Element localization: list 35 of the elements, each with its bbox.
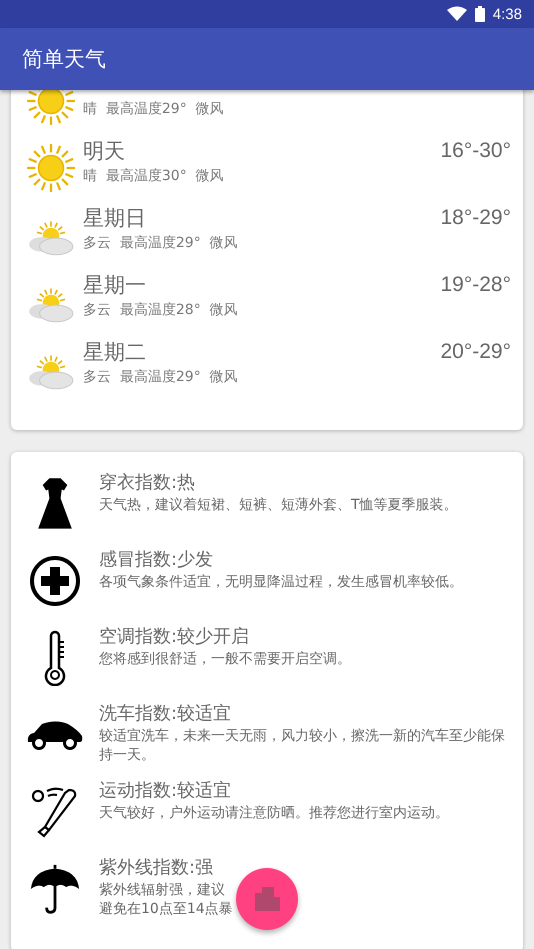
weather-summary: 晴 最高温度30° 微风	[83, 167, 225, 186]
buildings-icon	[253, 885, 281, 913]
temperature-range: 18°-29°	[440, 205, 511, 231]
index-title: 洗车指数:较适宜	[99, 702, 232, 726]
day-name: 明天	[83, 138, 126, 165]
day-name: 星期日	[83, 205, 147, 232]
index-description: 天气热，建议着短裙、短裤、短薄外套、T恤等夏季服装。	[99, 496, 459, 515]
index-description: 天气较好，户外运动请注意防晒。推荐您进行室内运动。	[99, 804, 450, 823]
index-description: 避免在10点至14点暴	[99, 900, 233, 919]
day-name: 星期二	[83, 339, 147, 366]
weather-summary: 多云 最高温度29° 微风	[83, 234, 239, 253]
index-title: 运动指数:较适宜	[99, 779, 232, 803]
car-icon	[26, 720, 84, 750]
temperature-range: 16°-30°	[440, 138, 511, 164]
index-title: 空调指数:较少开启	[99, 625, 250, 649]
weather-summary: 多云 最高温度28° 微风	[83, 301, 239, 320]
temperature-range: 19°-28°	[440, 272, 511, 298]
weather-summary: 多云 最高温度29° 微风	[83, 368, 239, 387]
battery-icon	[474, 6, 485, 22]
status-time: 4:38	[492, 6, 522, 22]
index-description: 较适宜洗车，未来一天无雨，风力较小，擦洗一新的汽车至少能保持一天。	[99, 727, 506, 765]
index-description: 紫外线辐射强，建议	[99, 881, 225, 900]
index-title: 穿衣指数:热	[99, 471, 196, 495]
medical-cross-icon	[29, 553, 81, 609]
index-description: 各项气象条件适宜，无明显降温过程，发生感冒机率较低。	[99, 573, 464, 592]
wifi-icon	[446, 6, 467, 22]
temperature-range: 20°-29°	[440, 339, 511, 365]
day-name: 星期一	[83, 272, 147, 299]
weather-summary: 晴 最高温度29° 微风	[83, 100, 225, 119]
index-title: 紫外线指数:强	[99, 856, 214, 880]
sun-icon	[25, 142, 77, 194]
index-description: 您将感到很舒适，一般不需要开启空调。	[99, 650, 352, 669]
index-title: 感冒指数:少发	[99, 548, 214, 572]
sun-icon	[25, 90, 77, 127]
app-title: 简单天气	[22, 46, 106, 73]
